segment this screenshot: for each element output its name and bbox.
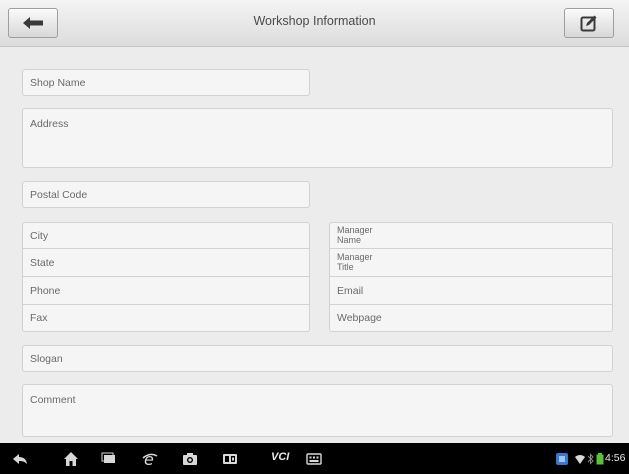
city-placeholder: City xyxy=(30,229,49,242)
manager-title-placeholder: Manager Title xyxy=(337,252,373,272)
address-placeholder: Address xyxy=(30,118,69,130)
keyboard-icon[interactable] xyxy=(305,450,323,468)
state-field[interactable]: State xyxy=(22,249,310,277)
webpage-field[interactable]: Webpage xyxy=(329,305,613,332)
city-field[interactable]: City xyxy=(22,222,310,249)
postal-code-field[interactable]: Postal Code xyxy=(22,181,310,208)
title-bar: Workshop Information xyxy=(0,0,629,47)
shop-name-field[interactable]: Shop Name xyxy=(22,69,310,96)
wifi-icon xyxy=(574,452,586,470)
comment-placeholder: Comment xyxy=(30,394,76,406)
battery-icon xyxy=(596,452,604,470)
app-notification-icon xyxy=(556,452,568,470)
clock: 4:56 xyxy=(605,452,626,464)
page-title: Workshop Information xyxy=(253,14,376,28)
workshop-form: Shop Name Address Postal Code City State… xyxy=(0,47,629,443)
fax-placeholder: Fax xyxy=(30,312,48,324)
back-icon[interactable] xyxy=(11,450,29,468)
state-placeholder: State xyxy=(30,256,55,269)
manager-title-field[interactable]: Manager Title xyxy=(329,249,613,277)
shop-name-placeholder: Shop Name xyxy=(30,76,86,89)
comment-field[interactable]: Comment xyxy=(22,384,613,437)
home-icon[interactable] xyxy=(62,450,80,468)
slogan-placeholder: Slogan xyxy=(30,352,63,365)
browser-icon[interactable]: e xyxy=(141,450,159,468)
edit-button[interactable] xyxy=(564,8,614,38)
manager-name-placeholder: Manager Name xyxy=(337,225,373,245)
camera-icon[interactable] xyxy=(181,450,199,468)
recent-apps-icon[interactable] xyxy=(100,450,118,468)
slogan-field[interactable]: Slogan xyxy=(22,345,613,372)
system-navigation-bar: e VCI 4:56 xyxy=(0,443,629,474)
screen-capture-icon[interactable] xyxy=(221,450,239,468)
vci-icon[interactable]: VCI xyxy=(271,451,289,463)
fax-field[interactable]: Fax xyxy=(22,305,310,332)
phone-placeholder: Phone xyxy=(30,284,61,297)
svg-text:e: e xyxy=(144,450,154,468)
manager-name-field[interactable]: Manager Name xyxy=(329,222,613,249)
edit-icon xyxy=(580,15,597,32)
email-placeholder: Email xyxy=(337,284,364,297)
email-field[interactable]: Email xyxy=(329,277,613,305)
postal-code-placeholder: Postal Code xyxy=(30,188,88,201)
bluetooth-icon xyxy=(587,452,594,470)
phone-field[interactable]: Phone xyxy=(22,277,310,305)
address-field[interactable]: Address xyxy=(22,108,613,168)
webpage-placeholder: Webpage xyxy=(337,312,382,324)
